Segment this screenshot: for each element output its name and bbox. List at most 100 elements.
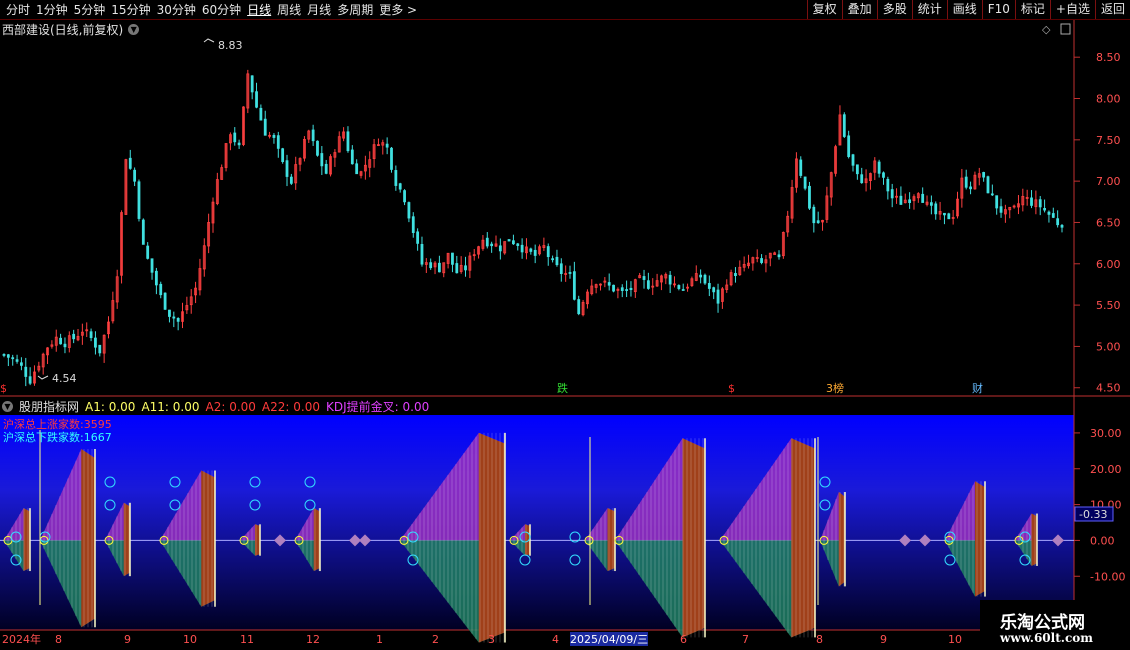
kdj-value: KDJ提前金叉: 0.00 <box>325 400 430 414</box>
candle-body <box>716 289 720 304</box>
tab-fenshi[interactable]: 分时 <box>6 1 30 18</box>
date-label: 10 <box>183 633 197 646</box>
price-tick-label: 4.50 <box>1096 382 1121 395</box>
event-marker[interactable]: $ <box>728 382 735 395</box>
event-marker[interactable]: 跌 <box>557 381 568 395</box>
candle-body <box>137 181 141 219</box>
tab-5min[interactable]: 5分钟 <box>74 1 106 18</box>
draw-line-button[interactable]: 画线 <box>946 0 982 19</box>
diamond-icon[interactable]: ◇ <box>1042 23 1051 36</box>
indicator-panel-bg <box>0 415 1074 630</box>
tab-more-label: 更多 <box>379 3 404 17</box>
event-markers: $ 跌 $3榜 财 <box>0 381 983 395</box>
candle-body <box>707 283 711 289</box>
indicator-core <box>607 508 615 572</box>
tab-1min[interactable]: 1分钟 <box>36 1 68 18</box>
candle-body <box>316 140 319 156</box>
event-marker[interactable]: 财 <box>972 381 983 395</box>
add-watchlist-button[interactable]: +自选 <box>1049 0 1095 19</box>
back-button[interactable]: 返回 <box>1094 0 1130 19</box>
overlay-button[interactable]: 叠加 <box>841 0 877 19</box>
tab-weekly[interactable]: 周线 <box>277 1 301 18</box>
candle-body <box>398 183 402 190</box>
candle-body <box>546 246 550 258</box>
multi-stock-button[interactable]: 多股 <box>876 0 912 19</box>
candle-body <box>1051 213 1055 218</box>
candle-body <box>572 271 576 300</box>
candle-body <box>24 366 28 377</box>
date-label: 9 <box>880 633 887 646</box>
candle-body <box>89 331 93 339</box>
stock-header: 西部建设(日线,前复权) ▼ <box>2 21 140 38</box>
candle-body <box>860 174 864 184</box>
panel-toggle-icon[interactable] <box>1060 23 1071 35</box>
tab-monthly[interactable]: 月线 <box>307 1 331 18</box>
tab-15min[interactable]: 15分钟 <box>111 1 150 18</box>
candle-body <box>233 132 237 143</box>
chevron-right-icon: > <box>407 3 418 17</box>
candle-body <box>420 244 424 265</box>
indicator-core <box>682 438 705 638</box>
tab-daily[interactable]: 日线 <box>247 1 271 18</box>
high-marker: 8.83 <box>203 38 243 52</box>
chevron-down-icon[interactable]: ▼ <box>128 24 140 35</box>
candle-body <box>877 161 881 174</box>
candle-body <box>808 185 811 209</box>
indicator-core <box>1031 513 1037 566</box>
price-tick-label: 7.00 <box>1096 175 1121 188</box>
candle-body <box>842 114 846 137</box>
event-marker[interactable]: 3榜 <box>826 381 844 395</box>
candle-body <box>964 176 968 188</box>
restore-rights-button[interactable]: 复权 <box>806 0 842 19</box>
tab-60min[interactable]: 60分钟 <box>202 1 241 18</box>
candle-body <box>437 262 441 273</box>
tab-more[interactable]: 更多 > <box>379 1 417 18</box>
candle-body <box>816 220 820 224</box>
candle-body <box>11 357 15 360</box>
candle-body <box>311 129 315 142</box>
date-label: 12 <box>306 633 320 646</box>
candle-body <box>908 199 912 203</box>
candle-body <box>72 333 76 340</box>
candle-body <box>969 186 972 190</box>
candle-body <box>498 245 502 252</box>
event-marker[interactable]: $ <box>0 382 7 395</box>
date-label: 4 <box>552 633 559 646</box>
candle-body <box>154 270 158 286</box>
candle-body <box>168 309 171 317</box>
chart-canvas[interactable]: ◇ 8.50 8.00 7.50 7.00 6.50 6.00 5.50 5.00 4.50 3… <box>0 0 1130 650</box>
candle-body <box>777 254 781 258</box>
price-tick-label: 8.50 <box>1096 51 1121 64</box>
candle-body <box>159 283 163 296</box>
f10-button[interactable]: F10 <box>981 0 1015 19</box>
indicator-header: ▼ 股朋指标网 A1: 0.00 A11: 0.00 A2: 0.00 A22:… <box>2 398 429 415</box>
indicator-core <box>791 438 815 638</box>
candle-body <box>150 258 154 273</box>
candle-body <box>128 157 132 169</box>
date-label: 8 <box>816 633 823 646</box>
indicator-name[interactable]: 股朋指标网 <box>19 398 79 415</box>
candle-body <box>163 292 167 310</box>
chevron-down-icon[interactable]: ▼ <box>2 401 13 412</box>
candle-body <box>250 75 254 93</box>
tab-30min[interactable]: 30分钟 <box>157 1 196 18</box>
candle-body <box>520 244 524 253</box>
candle-body <box>851 154 855 166</box>
mark-button[interactable]: 标记 <box>1014 0 1050 19</box>
candle-body <box>272 134 276 138</box>
candle-body <box>529 248 533 252</box>
statistics-button[interactable]: 统计 <box>911 0 947 19</box>
candle-body <box>6 354 10 358</box>
candle-body <box>281 148 285 163</box>
tab-multi-period[interactable]: 多周期 <box>337 1 373 18</box>
logo-title: 乐淘公式网 <box>1000 613 1085 633</box>
indicator-tick-label: 0.00 <box>1090 534 1115 547</box>
candle-body <box>812 206 816 224</box>
candle-body <box>355 163 359 175</box>
period-toolbar: 分时 1分钟 5分钟 15分钟 30分钟 60分钟 日线 周线 月线 多周期 更… <box>0 0 1130 20</box>
candle-body <box>699 274 703 278</box>
candle-body <box>703 274 707 284</box>
candle-body <box>1030 197 1033 206</box>
price-tick-label: 6.50 <box>1096 216 1121 229</box>
candle-body <box>2 354 6 356</box>
